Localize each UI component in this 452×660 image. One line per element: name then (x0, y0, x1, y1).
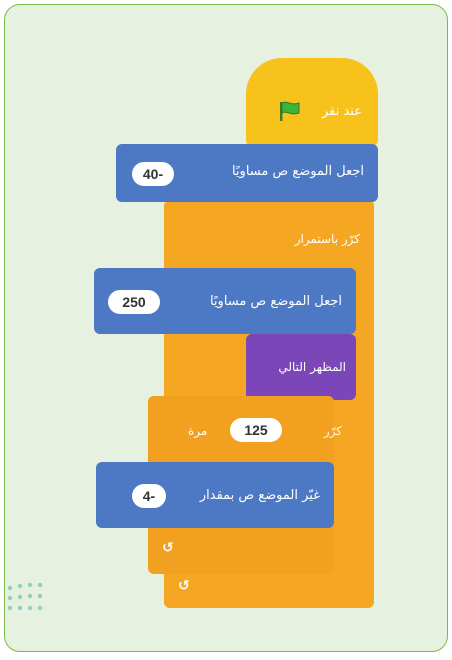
repeat-loop-arrow-icon: ↺ (162, 540, 174, 556)
repeat-label-prefix: كرّر (323, 424, 342, 438)
set-y-block-1[interactable]: 40- اجعل الموضع ص مساويًا (116, 144, 378, 202)
repeat-label-suffix: مرة (188, 424, 208, 438)
repeat-count-input[interactable]: 125 (230, 418, 282, 442)
set-y-label-2: اجعل الموضع ص مساويًا (209, 294, 342, 309)
change-y-block[interactable]: 4- غيّر الموضع ص بمقدار (96, 462, 334, 528)
next-costume-block[interactable]: المظهر التالي (246, 334, 356, 400)
next-costume-label: المظهر التالي (278, 360, 346, 374)
green-flag-icon (280, 101, 300, 121)
forever-label: كرّر باستمرار (294, 232, 360, 246)
when-flag-clicked-block[interactable]: عند نقر (246, 58, 378, 146)
set-y-label-1: اجعل الموضع ص مساويًا (231, 164, 364, 179)
hat-label: عند نقر (321, 104, 362, 119)
set-y-value-input-1[interactable]: 40- (132, 162, 174, 186)
decorative-dots (7, 582, 43, 611)
set-y-value-input-2[interactable]: 250 (108, 290, 160, 314)
set-y-block-2[interactable]: 250 اجعل الموضع ص مساويًا (94, 268, 356, 334)
repeat-block-top: كرّر 125 مرة (148, 396, 342, 464)
change-y-label: غيّر الموضع ص بمقدار (199, 488, 320, 503)
forever-loop-arrow-icon: ↺ (178, 578, 190, 594)
change-y-value-input[interactable]: 4- (132, 484, 166, 508)
